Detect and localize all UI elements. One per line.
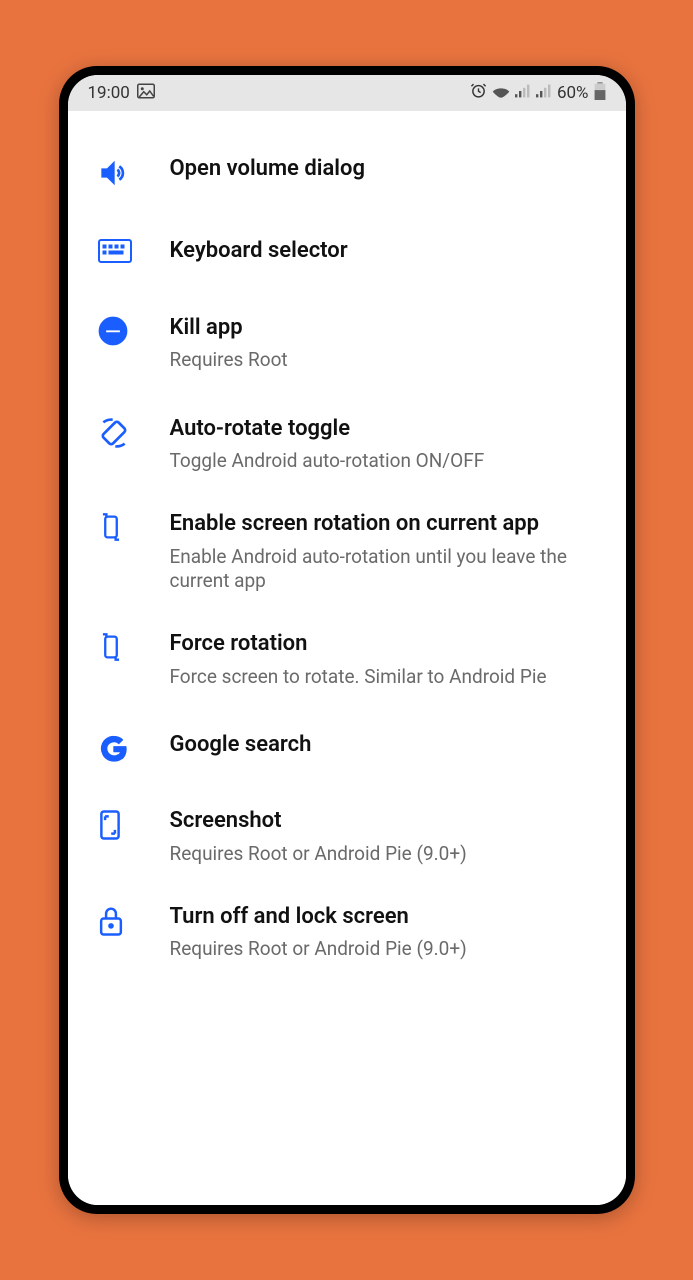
auto-rotate-icon (98, 415, 170, 449)
item-title: Turn off and lock screen (170, 903, 596, 932)
status-left: 19:00 (88, 83, 155, 104)
picture-indicator-icon (137, 83, 155, 104)
item-title: Enable screen rotation on current app (170, 510, 596, 539)
item-screenshot[interactable]: Screenshot Requires Root or Android Pie … (68, 789, 626, 884)
item-title: Kill app (170, 314, 596, 343)
item-keyboard-selector[interactable]: Keyboard selector (68, 213, 626, 290)
item-title: Open volume dialog (170, 155, 596, 184)
item-turn-off-and-lock[interactable]: Turn off and lock screen Requires Root o… (68, 885, 626, 980)
item-force-rotation[interactable]: Force rotation Force screen to rotate. S… (68, 612, 626, 707)
item-subtitle: Force screen to rotate. Similar to Andro… (170, 665, 596, 690)
item-auto-rotate-toggle[interactable]: Auto-rotate toggle Toggle Android auto-r… (68, 397, 626, 492)
item-google-search[interactable]: Google search (68, 707, 626, 789)
battery-icon (594, 82, 606, 105)
device-frame: 19:00 60% (59, 66, 635, 1214)
volume-icon (98, 155, 170, 189)
signal-icon-2 (536, 83, 552, 103)
item-title: Google search (170, 731, 596, 760)
item-subtitle: Toggle Android auto-rotation ON/OFF (170, 449, 596, 474)
item-title: Auto-rotate toggle (170, 415, 596, 444)
screen: 19:00 60% (68, 75, 626, 1205)
item-enable-rotation-current-app[interactable]: Enable screen rotation on current app En… (68, 492, 626, 612)
lock-icon (98, 903, 170, 937)
clock-text: 19:00 (88, 83, 130, 103)
alarm-icon (470, 82, 487, 104)
force-rotate-icon (98, 630, 170, 662)
item-subtitle: Requires Root (170, 348, 596, 373)
settings-list: Open volume dialog Keyboard selector Kil… (68, 111, 626, 1205)
item-open-volume-dialog[interactable]: Open volume dialog (68, 131, 626, 213)
google-icon (98, 731, 170, 765)
status-right: 60% (470, 82, 606, 105)
battery-pct-text: 60% (557, 83, 589, 103)
item-subtitle: Requires Root or Android Pie (9.0+) (170, 842, 596, 867)
rotate-device-icon (98, 510, 170, 542)
minus-circle-icon (98, 314, 170, 346)
item-title: Force rotation (170, 630, 596, 659)
screenshot-icon (98, 807, 170, 841)
item-subtitle: Enable Android auto-rotation until you l… (170, 545, 596, 594)
wifi-icon (492, 83, 510, 103)
item-title: Screenshot (170, 807, 596, 836)
keyboard-icon (98, 237, 170, 263)
item-subtitle: Requires Root or Android Pie (9.0+) (170, 937, 596, 962)
status-bar: 19:00 60% (68, 75, 626, 111)
item-kill-app[interactable]: Kill app Requires Root (68, 290, 626, 397)
item-title: Keyboard selector (170, 237, 596, 266)
signal-icon-1 (515, 83, 531, 103)
